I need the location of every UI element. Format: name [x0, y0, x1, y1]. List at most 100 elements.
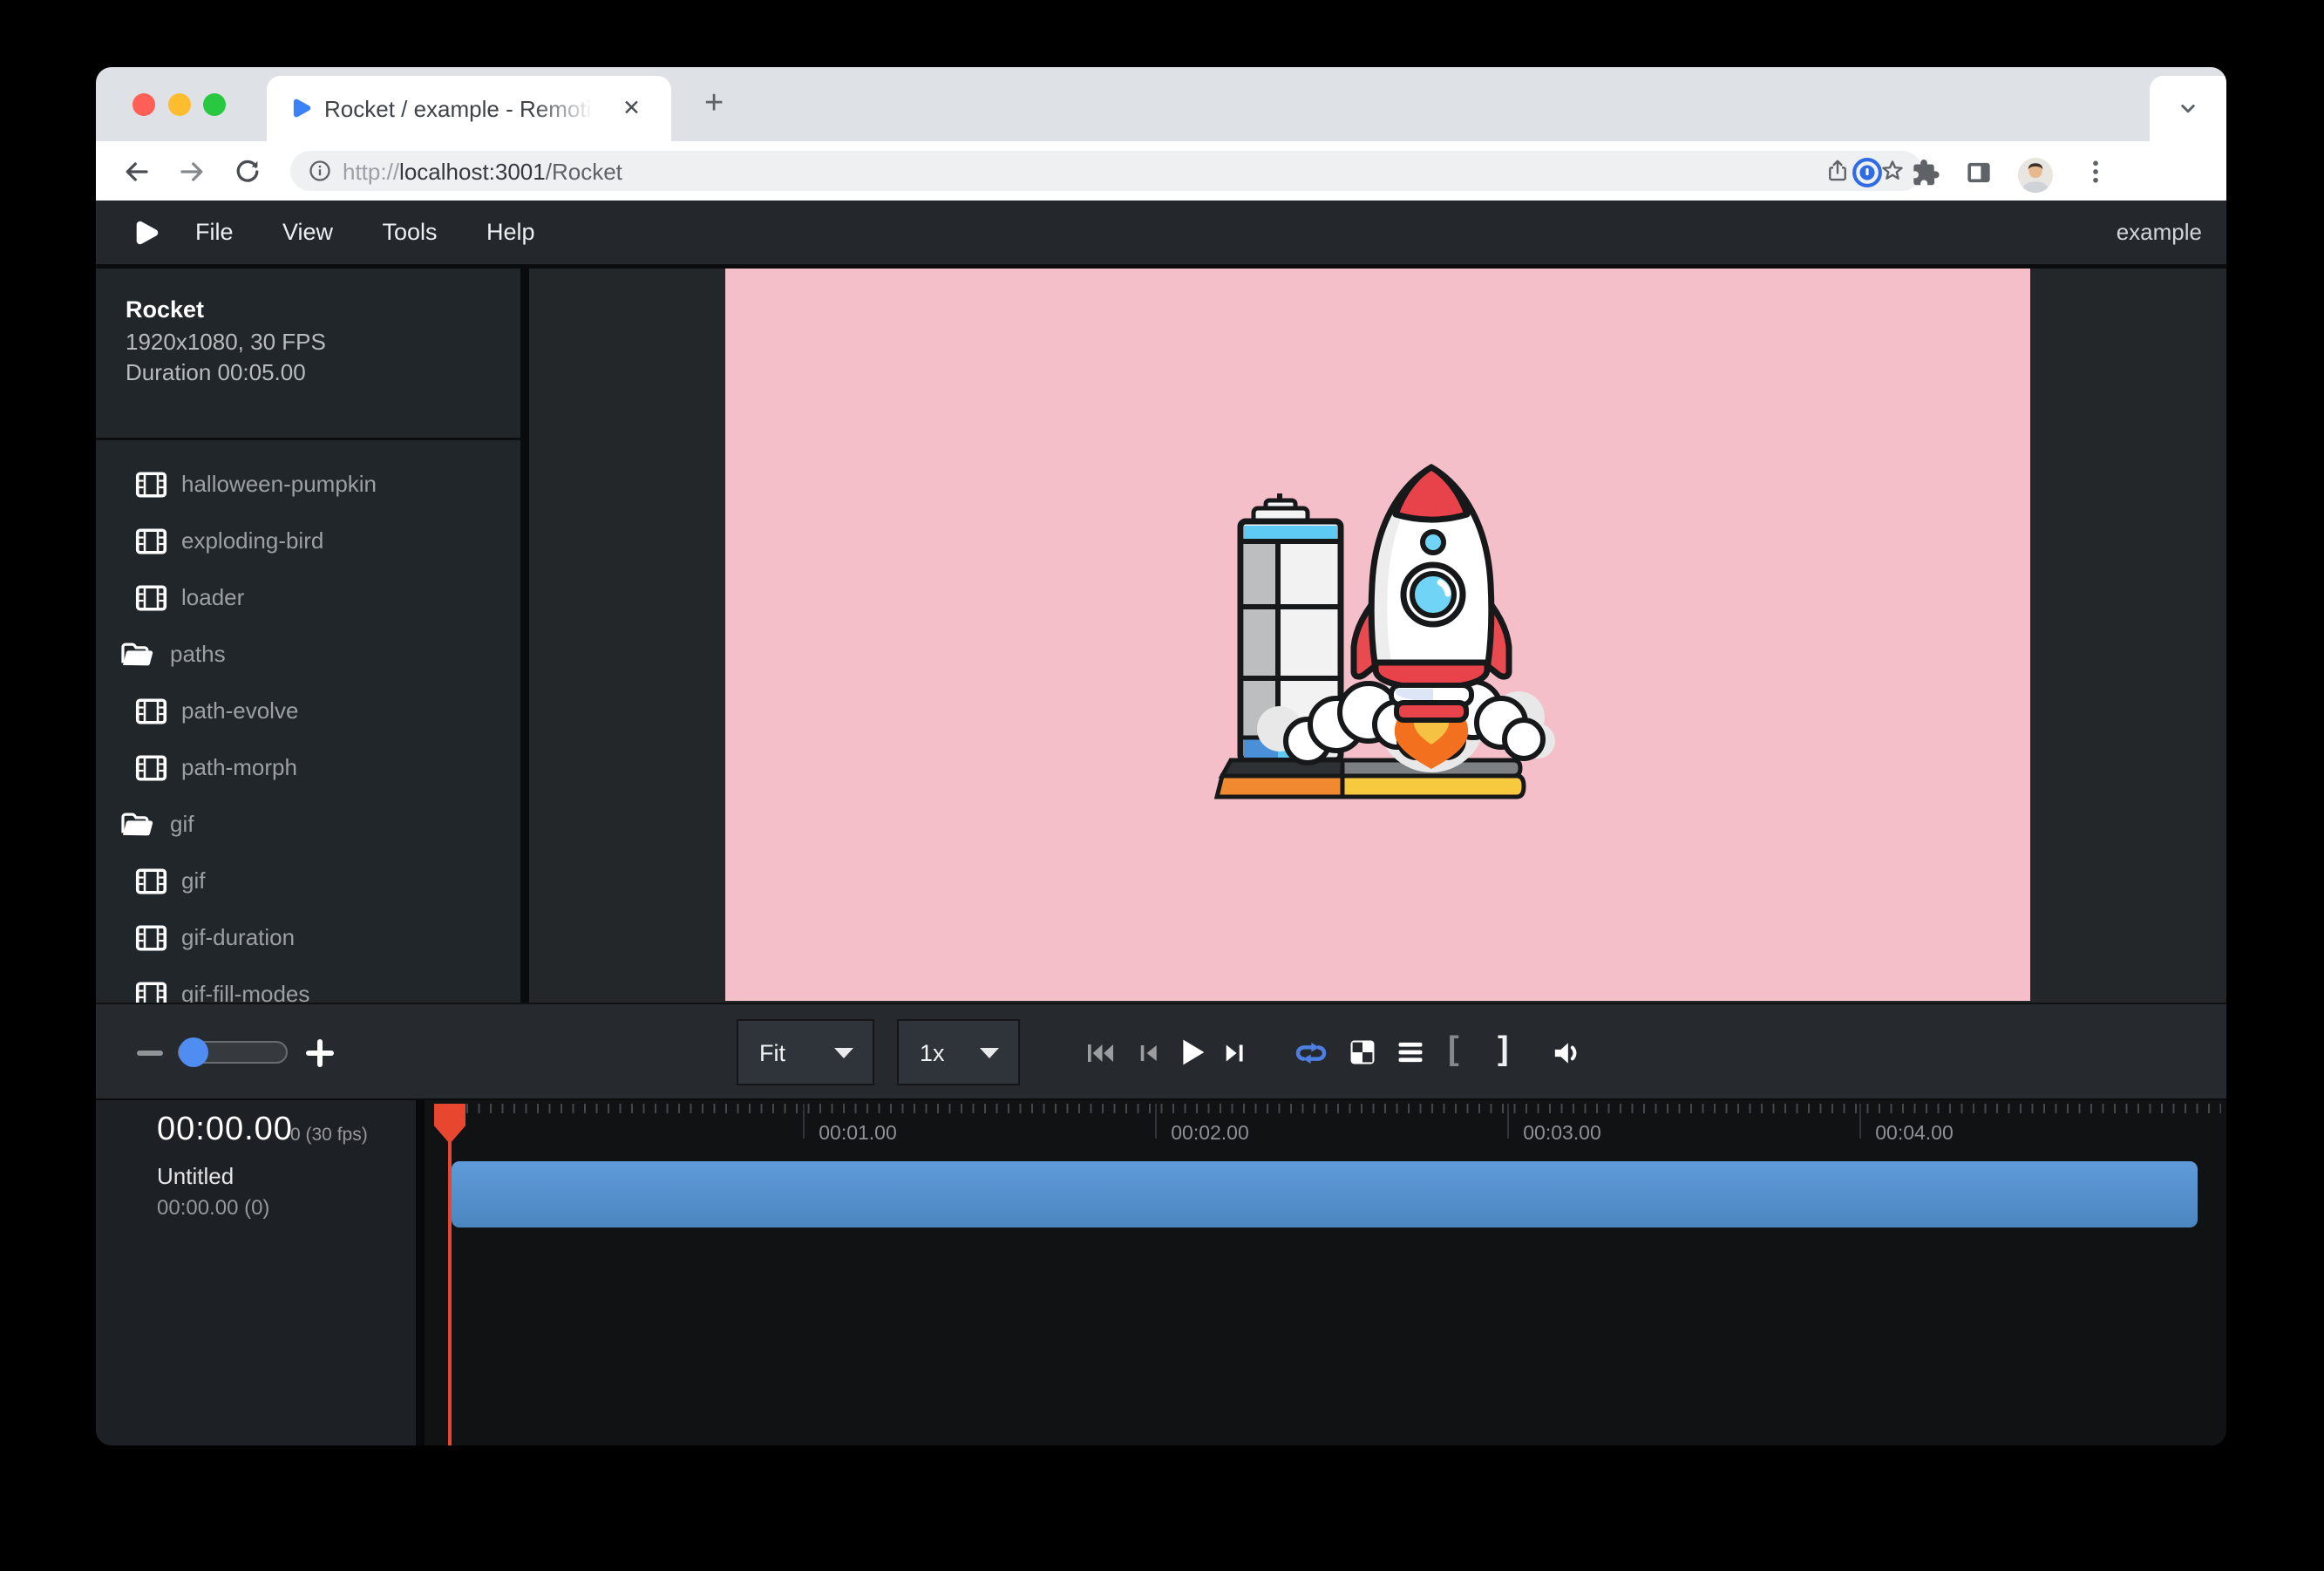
skip-to-start-icon[interactable]: [1083, 1036, 1118, 1071]
remotion-logo-icon[interactable]: [129, 216, 162, 249]
reload-icon[interactable]: [232, 156, 263, 187]
menu-help[interactable]: Help: [464, 201, 558, 264]
share-icon[interactable]: [1825, 158, 1851, 184]
url-bar[interactable]: http://localhost:3001/Rocket: [290, 151, 1922, 191]
list-item-folder[interactable]: gif: [96, 796, 520, 853]
play-icon[interactable]: [1171, 1032, 1211, 1072]
tab-title-fade: [533, 88, 614, 132]
extensions-puzzle-icon[interactable]: [1907, 156, 1940, 189]
current-frame-label: 0 (30 fps): [290, 1125, 368, 1146]
zoom-in-button-bar[interactable]: [317, 1039, 323, 1067]
composition-label: gif-fill-modes: [181, 981, 309, 1003]
url-scheme: http://: [343, 159, 399, 185]
menu-file[interactable]: File: [173, 201, 256, 264]
in-point-bracket-button[interactable]: [: [1448, 1030, 1459, 1068]
compositions-sidebar: Rocket 1920x1080, 30 FPS Duration 00:05.…: [96, 269, 520, 1003]
size-dropdown[interactable]: Fit: [737, 1019, 874, 1085]
ruler-gridline: [1155, 1104, 1157, 1139]
menu-view[interactable]: View: [260, 201, 356, 264]
timeline-divider: [416, 1100, 425, 1445]
list-item-composition[interactable]: exploding-bird: [96, 513, 520, 569]
timeline-clip[interactable]: [452, 1161, 2198, 1228]
composition-label: path-evolve: [181, 697, 298, 724]
close-window-button[interactable]: [133, 93, 155, 116]
previous-frame-icon[interactable]: [1132, 1036, 1164, 1071]
composition-duration: Duration 00:05.00: [126, 359, 306, 386]
current-timecode: 00:00.00: [157, 1111, 293, 1148]
url-host: localhost:3001: [399, 159, 546, 185]
track-name: Untitled: [157, 1163, 234, 1190]
transparency-checkerboard-icon[interactable]: [1346, 1036, 1379, 1069]
player-controls-bar: Fit 1x: [96, 1003, 2226, 1100]
speed-dropdown[interactable]: 1x: [897, 1019, 1020, 1085]
menu-tools[interactable]: Tools: [359, 201, 459, 264]
chevron-down-icon[interactable]: [2172, 95, 2204, 121]
list-item-composition[interactable]: path-morph: [96, 739, 520, 796]
url-path: /Rocket: [546, 159, 622, 185]
preview-area: [529, 269, 2226, 1003]
minimize-window-button[interactable]: [168, 93, 191, 116]
film-icon: [135, 585, 167, 611]
playhead-handle[interactable]: [434, 1104, 465, 1144]
next-frame-icon[interactable]: [1219, 1036, 1252, 1071]
zoom-slider-knob[interactable]: [179, 1037, 208, 1067]
video-canvas: [725, 269, 2030, 1001]
new-tab-button[interactable]: +: [704, 85, 724, 122]
ruler-label: 00:04.00: [1862, 1121, 1967, 1145]
ruler-gridline: [1859, 1104, 1861, 1139]
forward-icon[interactable]: [177, 156, 208, 187]
sidebar-divider: [96, 438, 520, 440]
chevron-down-icon: [834, 1048, 853, 1058]
back-icon[interactable]: [120, 156, 152, 187]
list-item-composition[interactable]: path-evolve: [96, 683, 520, 739]
timeline-info-column: 00:00.00 0 (30 fps) Untitled 00:00.00 (0…: [96, 1100, 416, 1445]
side-panel-icon[interactable]: [1962, 156, 1995, 189]
folder-label: paths: [170, 641, 226, 668]
out-point-bracket-button[interactable]: ]: [1498, 1030, 1509, 1068]
loop-icon[interactable]: [1293, 1036, 1329, 1071]
composition-list: halloween-pumpkin exploding-bird loader …: [96, 456, 520, 1003]
browser-tab[interactable]: Rocket / example - Remotion P ✕: [267, 76, 671, 141]
browser-toolbar: http://localhost:3001/Rocket: [96, 141, 2226, 201]
composition-label: gif-duration: [181, 924, 295, 951]
list-item-composition[interactable]: gif: [96, 853, 520, 909]
film-icon: [135, 528, 167, 554]
timeline-rows-icon[interactable]: [1394, 1036, 1427, 1069]
ruler-gridline: [1507, 1104, 1509, 1139]
ruler-label: 00:02.00: [1158, 1121, 1262, 1145]
open-folder-icon: [119, 640, 156, 670]
composition-title: Rocket: [126, 296, 204, 323]
list-item-composition[interactable]: loader: [96, 569, 520, 626]
list-item-folder[interactable]: paths: [96, 626, 520, 683]
timeline-ruler[interactable]: [443, 1104, 2221, 1113]
list-item-composition[interactable]: gif-fill-modes: [96, 966, 520, 1003]
list-item-composition[interactable]: gif-duration: [96, 909, 520, 966]
site-info-icon[interactable]: [308, 159, 332, 183]
composition-resolution: 1920x1080, 30 FPS: [126, 329, 326, 356]
film-icon: [135, 698, 167, 724]
tab-overflow-area: [2150, 76, 2226, 141]
sidebar-resize-handle[interactable]: [520, 269, 529, 1003]
app-menu-bar: File View Tools Help example: [96, 201, 2226, 264]
size-dropdown-value: Fit: [759, 1040, 785, 1067]
ruler-gridline: [803, 1104, 805, 1139]
track-duration: 00:00.00 (0): [157, 1196, 269, 1221]
profile-avatar[interactable]: [2016, 156, 2055, 194]
tab-strip: Rocket / example - Remotion P ✕ +: [96, 67, 2226, 141]
volume-icon[interactable]: [1548, 1036, 1587, 1071]
open-folder-icon: [119, 810, 156, 840]
browser-menu-kebab-icon[interactable]: [2080, 156, 2111, 187]
password-manager-icon[interactable]: [1851, 156, 1884, 189]
list-item-composition[interactable]: halloween-pumpkin: [96, 456, 520, 513]
composition-label: loader: [181, 584, 244, 611]
folder-label: gif: [170, 811, 194, 838]
playhead-line[interactable]: [448, 1104, 452, 1445]
tab-close-icon[interactable]: ✕: [622, 95, 641, 121]
chevron-down-icon: [980, 1048, 999, 1058]
film-icon: [135, 868, 167, 894]
film-icon: [135, 925, 167, 951]
zoom-out-button[interactable]: [137, 1051, 163, 1056]
timeline-panel: 00:00.00 0 (30 fps) Untitled 00:00.00 (0…: [96, 1100, 2226, 1445]
maximize-window-button[interactable]: [203, 93, 226, 116]
composition-label: halloween-pumpkin: [181, 471, 377, 498]
